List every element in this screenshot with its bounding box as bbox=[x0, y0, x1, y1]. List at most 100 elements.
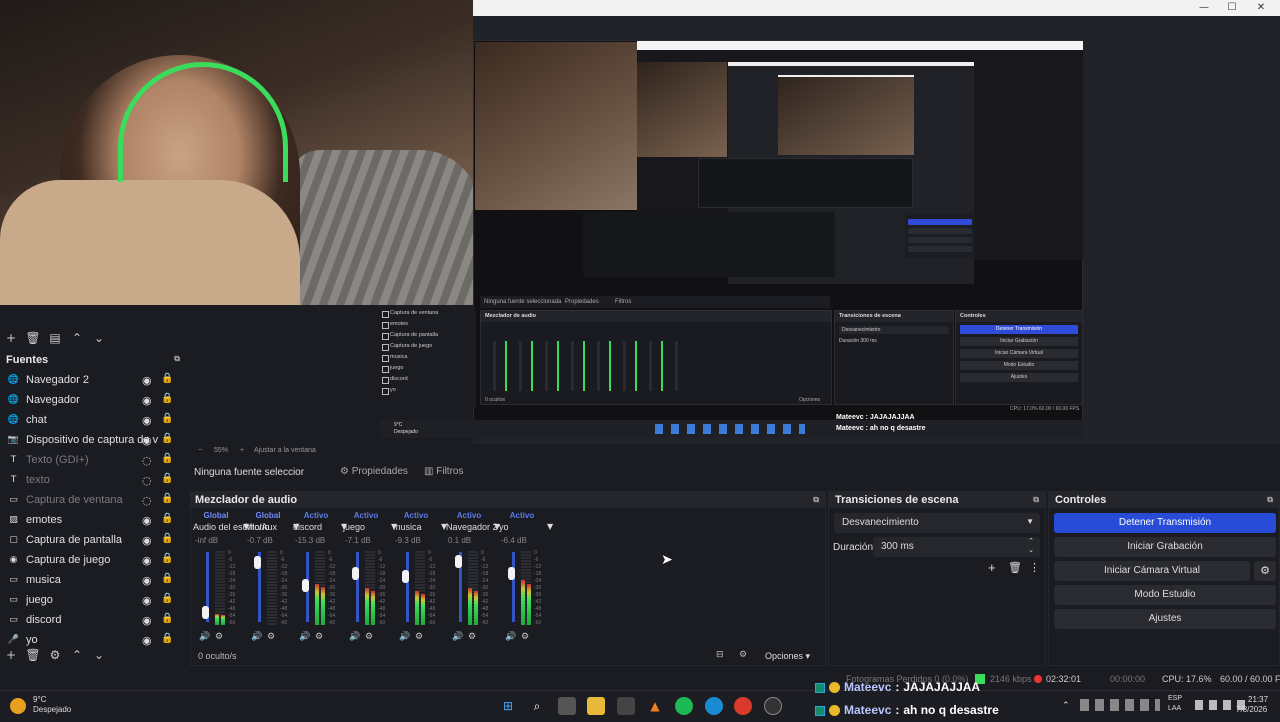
trash-icon[interactable]: 🗑 bbox=[22, 331, 44, 345]
spotify-icon[interactable] bbox=[675, 697, 693, 715]
source-item[interactable]: T Texto (GDI+) ◌ 🔒 bbox=[0, 450, 186, 470]
search-icon[interactable]: ⌕ bbox=[528, 697, 546, 715]
task-view-icon[interactable] bbox=[558, 697, 576, 715]
eye-icon[interactable]: ◉ bbox=[142, 574, 152, 587]
trash-icon[interactable]: 🗑 bbox=[1008, 561, 1022, 574]
lock-icon[interactable]: 🔒 bbox=[161, 533, 173, 544]
eye-off-icon[interactable]: ◌ bbox=[142, 454, 152, 467]
gear-icon[interactable]: ⚙ bbox=[44, 648, 66, 662]
edge-icon[interactable] bbox=[705, 697, 723, 715]
settings-button[interactable]: Ajustes bbox=[1054, 609, 1276, 629]
eye-off-icon[interactable]: ◌ bbox=[142, 494, 152, 507]
source-item[interactable]: 🌐 chat ◉ 🔒 bbox=[0, 410, 186, 430]
gear-icon[interactable]: ⚙ bbox=[1254, 561, 1276, 581]
down-icon[interactable]: ⌄ bbox=[88, 331, 110, 345]
speaker-icon[interactable]: 🔊 bbox=[349, 632, 360, 642]
zoom-out-icon[interactable]: − bbox=[198, 447, 202, 454]
lock-icon[interactable]: 🔒 bbox=[161, 573, 173, 584]
lock-icon[interactable]: 🔒 bbox=[161, 513, 173, 524]
add-icon[interactable]: + bbox=[988, 560, 996, 575]
gear-icon[interactable]: ⚙ bbox=[365, 632, 373, 642]
source-item[interactable]: ▭ musica ◉ 🔒 bbox=[0, 570, 186, 590]
speaker-icon[interactable]: 🔊 bbox=[505, 632, 516, 642]
gear-icon[interactable]: ⚙ bbox=[521, 632, 529, 642]
undock-icon[interactable]: ⧉ bbox=[813, 495, 819, 505]
volume-slider-track[interactable] bbox=[406, 552, 409, 622]
down-icon[interactable]: ⌄ bbox=[88, 648, 110, 662]
add-source-icon[interactable]: + bbox=[0, 648, 22, 662]
lock-icon[interactable]: 🔒 bbox=[161, 413, 173, 424]
lock-icon[interactable]: 🔒 bbox=[161, 373, 173, 384]
speaker-icon[interactable]: 🔊 bbox=[452, 632, 463, 642]
lock-icon[interactable]: 🔒 bbox=[161, 453, 173, 464]
tray-icons[interactable] bbox=[1080, 699, 1160, 711]
remove-source-icon[interactable]: 🗑 bbox=[22, 648, 44, 662]
gear-icon[interactable]: ⚙ bbox=[267, 632, 275, 642]
keyboard-layout[interactable]: LAA bbox=[1168, 705, 1181, 712]
source-item[interactable]: ▭ juego ◉ 🔒 bbox=[0, 590, 186, 610]
lock-icon[interactable]: 🔒 bbox=[161, 473, 173, 484]
stop-streaming-button[interactable]: Detener Transmisión bbox=[1054, 513, 1276, 533]
volume-slider-knob[interactable] bbox=[254, 556, 261, 570]
file-explorer-icon[interactable] bbox=[587, 697, 605, 715]
fit-label[interactable]: Ajustar a la ventana bbox=[254, 447, 316, 454]
eye-icon[interactable]: ◉ bbox=[142, 534, 152, 547]
volume-slider-knob[interactable] bbox=[352, 567, 359, 580]
duration-input[interactable]: 300 ms ⌃ ⌄ bbox=[873, 537, 1040, 557]
source-item[interactable]: ▭ Captura de ventana ◌ 🔒 bbox=[0, 490, 186, 510]
gear-icon[interactable]: ⚙ bbox=[739, 650, 747, 660]
volume-slider-knob[interactable] bbox=[202, 606, 209, 619]
volume-slider-knob[interactable] bbox=[455, 555, 462, 568]
gear-icon[interactable]: ⚙ bbox=[215, 632, 223, 642]
gear-icon[interactable]: ⚙ bbox=[415, 632, 423, 642]
volume-slider-track[interactable] bbox=[356, 552, 359, 622]
source-item[interactable]: ◉ Captura de juego ◉ 🔒 bbox=[0, 550, 186, 570]
eye-icon[interactable]: ◉ bbox=[142, 414, 152, 427]
eye-off-icon[interactable]: ◌ bbox=[142, 474, 152, 487]
zoom-in-icon[interactable]: + bbox=[240, 447, 244, 454]
eye-icon[interactable]: ◉ bbox=[142, 434, 152, 447]
eye-icon[interactable]: ◉ bbox=[142, 594, 152, 607]
source-item[interactable]: 📷 Dispositivo de captura de video◉ 🔒 bbox=[0, 430, 186, 450]
speaker-icon[interactable]: 🔊 bbox=[251, 632, 262, 642]
volume-slider-track[interactable] bbox=[512, 552, 515, 622]
chrome-icon[interactable] bbox=[734, 697, 752, 715]
clock-time[interactable]: 21:37 bbox=[1248, 695, 1268, 704]
start-icon[interactable]: ⊞ bbox=[499, 697, 517, 715]
up-icon[interactable]: ⌃ bbox=[66, 331, 88, 345]
lock-icon[interactable]: 🔒 bbox=[161, 553, 173, 564]
start-virtual-camera-button[interactable]: Iniciar Cámara Virtual bbox=[1054, 561, 1250, 581]
chevron-up-icon[interactable]: ⌃ bbox=[1062, 700, 1070, 711]
up-icon[interactable]: ⌃ bbox=[66, 648, 88, 662]
speaker-icon[interactable]: 🔊 bbox=[399, 632, 410, 642]
lock-icon[interactable]: 🔒 bbox=[161, 493, 173, 504]
lang[interactable]: ESP bbox=[1168, 695, 1182, 702]
spinner-icon[interactable]: ⌃ ⌄ bbox=[1028, 537, 1034, 555]
filters-button[interactable]: ▥ Filtros bbox=[424, 466, 463, 482]
undock-icon[interactable]: ⧉ bbox=[1267, 495, 1273, 505]
clock-date[interactable]: 7/8/2026 bbox=[1236, 705, 1267, 714]
eye-icon[interactable]: ◉ bbox=[142, 634, 152, 647]
lock-icon[interactable]: 🔒 bbox=[161, 613, 173, 624]
source-item[interactable]: ▨ emotes ◉ 🔒 bbox=[0, 510, 186, 530]
volume-slider-knob[interactable] bbox=[302, 579, 309, 592]
eye-icon[interactable]: ◉ bbox=[142, 514, 152, 527]
speaker-icon[interactable]: 🔊 bbox=[299, 632, 310, 642]
speaker-icon[interactable]: 🔊 bbox=[199, 632, 210, 642]
more-icon[interactable]: ⋮ bbox=[1029, 561, 1040, 574]
volume-slider-knob[interactable] bbox=[402, 570, 409, 583]
source-item[interactable]: Ttexto ◌ 🔒 bbox=[0, 470, 186, 490]
properties-button[interactable]: ⚙ Propiedades bbox=[340, 466, 408, 482]
source-item[interactable]: 🌐 Navegador ◉ 🔒 bbox=[0, 390, 186, 410]
lock-icon[interactable]: 🔒 bbox=[161, 593, 173, 604]
options-button[interactable]: Opciones ▾ bbox=[765, 651, 810, 662]
undock-icon[interactable]: ⧉ bbox=[1033, 495, 1039, 505]
close-button[interactable]: ✕ bbox=[1249, 0, 1273, 16]
weather-icon[interactable] bbox=[10, 698, 26, 714]
eye-icon[interactable]: ◉ bbox=[142, 554, 152, 567]
chevron-down-icon[interactable]: ▼ bbox=[547, 522, 553, 531]
gear-icon[interactable]: ⚙ bbox=[315, 632, 323, 642]
eye-icon[interactable]: ◉ bbox=[142, 374, 152, 387]
layout-icon[interactable]: ⊟ bbox=[716, 650, 724, 660]
add-icon[interactable]: + bbox=[0, 331, 22, 345]
